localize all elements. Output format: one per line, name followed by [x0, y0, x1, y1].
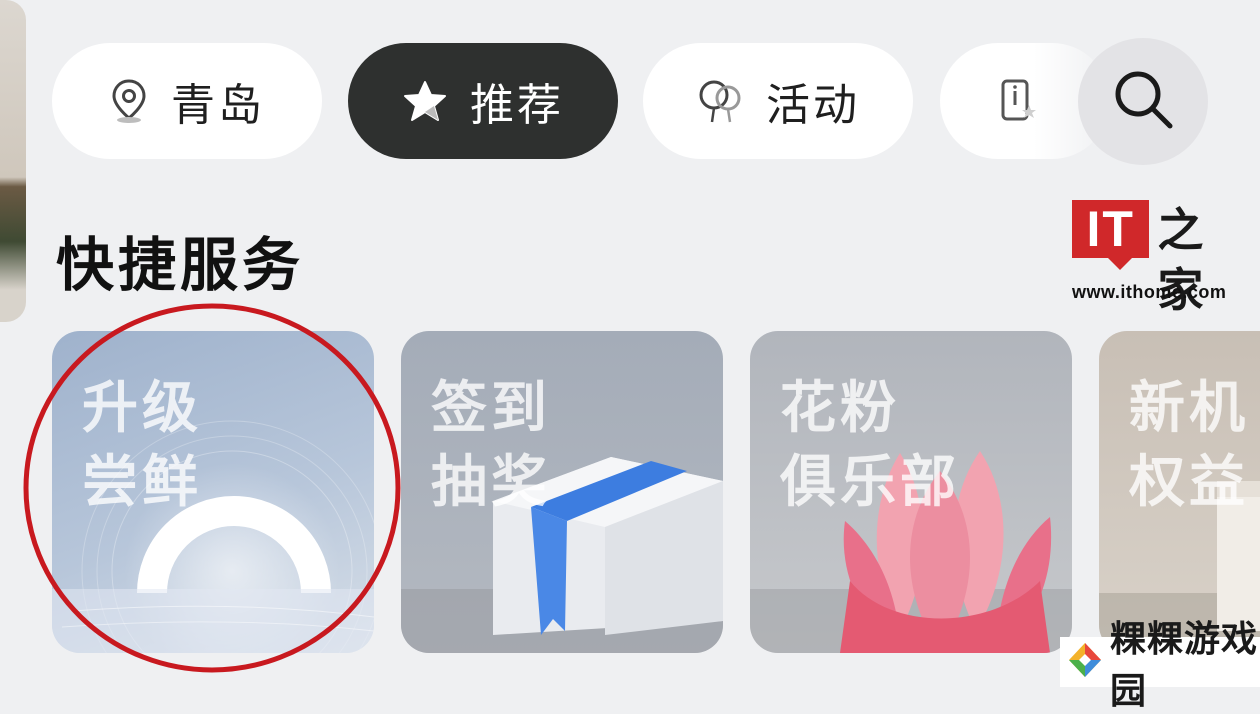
chip-label: 推荐 [470, 81, 564, 130]
card-partial-left[interactable] [0, 0, 26, 322]
site-badge: 粿粿游戏园 [1060, 618, 1260, 711]
ithome-watermark: IT 之家 www.ithome.com [1072, 200, 1242, 317]
phone-star-icon [998, 77, 1038, 125]
search-icon [1110, 66, 1176, 137]
card-title-line1: 签到 [431, 376, 551, 439]
card-title-line2: 抽奖 [431, 450, 551, 513]
card-checkin-lottery[interactable]: 签到 抽奖 [401, 331, 723, 653]
star-icon [402, 79, 448, 123]
balloon-icon [696, 78, 744, 124]
location-pin-icon [109, 78, 149, 124]
card-title-line1: 新机 [1129, 376, 1249, 439]
chip-label: 青岛 [171, 81, 265, 130]
card-title-line1: 升级 [82, 376, 202, 439]
section-title: 快捷服务 [56, 233, 305, 298]
site-name: 粿粿游戏园 [1110, 618, 1259, 711]
search-button[interactable] [1078, 38, 1208, 165]
card-upgrade-trial[interactable]: 升级 尝鲜 [52, 331, 374, 653]
chip-location[interactable]: 青岛 [52, 43, 322, 159]
card-fan-club[interactable]: 花粉 俱乐部 [750, 331, 1072, 653]
ithome-url: www.ithome.com [1072, 282, 1227, 302]
card-title-line2: 尝鲜 [82, 450, 202, 513]
card-title-line1: 花粉 [780, 376, 900, 439]
chip-label: 活动 [766, 81, 860, 130]
card-title-line2: 俱乐部 [780, 450, 960, 513]
card-title-line2: 权益 [1129, 450, 1249, 513]
ithome-logo-it: IT [1072, 200, 1150, 270]
chip-activity[interactable]: 活动 [643, 43, 913, 159]
site-logo-icon [1066, 641, 1104, 684]
card-new-device-benefits[interactable]: 新机 权益 [1099, 331, 1260, 653]
chip-recommend[interactable]: 推荐 [348, 43, 618, 159]
